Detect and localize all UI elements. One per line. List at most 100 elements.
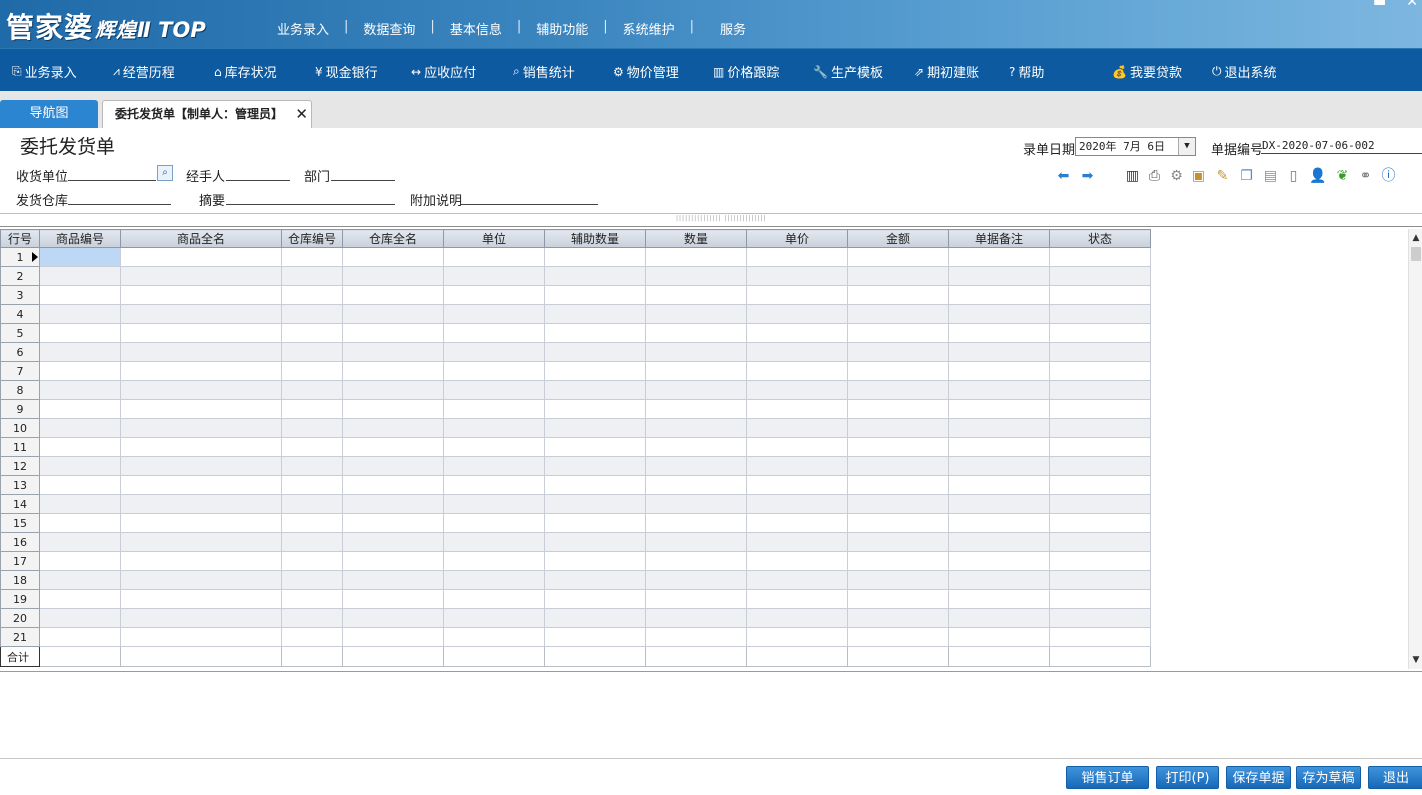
grid-cell[interactable] [847, 380, 949, 400]
grid-cell[interactable] [39, 627, 121, 647]
grid-cell[interactable] [746, 380, 848, 400]
grid-cell[interactable] [281, 513, 343, 533]
grid-cell[interactable] [120, 266, 282, 286]
grid-cell[interactable] [281, 551, 343, 571]
row-number[interactable]: 3 [0, 285, 40, 305]
grid-cell[interactable] [39, 304, 121, 324]
grid-cell[interactable] [281, 399, 343, 419]
grid-cell[interactable] [443, 380, 545, 400]
row-number[interactable]: 9 [0, 399, 40, 419]
grid-cell[interactable] [342, 437, 444, 457]
grid-cell[interactable] [948, 380, 1050, 400]
grid-cell[interactable] [281, 342, 343, 362]
table-row[interactable]: 19 [0, 589, 1151, 609]
grid-cell[interactable] [443, 266, 545, 286]
tab-consignment-bill[interactable]: 委托发货单【制单人：管理员】 ✕ [102, 100, 312, 128]
table-row[interactable]: 18 [0, 570, 1151, 590]
top-menu-service[interactable]: 服务 [694, 19, 761, 38]
row-number[interactable]: 18 [0, 570, 40, 590]
grid-cell[interactable] [1049, 399, 1151, 419]
grid-cell[interactable] [645, 513, 747, 533]
grid-cell[interactable] [443, 475, 545, 495]
nav-item-price-track[interactable]: ▥ 价格跟踪 [713, 62, 779, 82]
grid-cell[interactable] [948, 456, 1050, 476]
grid-cell[interactable] [1049, 285, 1151, 305]
grid-cell[interactable] [342, 399, 444, 419]
grid-cell[interactable] [544, 532, 646, 552]
grid-cell[interactable] [443, 551, 545, 571]
grid-cell[interactable] [342, 304, 444, 324]
grid-cell[interactable] [281, 285, 343, 305]
department-input[interactable] [331, 180, 395, 181]
grid-cell[interactable] [544, 247, 646, 267]
exit-button[interactable]: 退出 [1368, 766, 1422, 789]
grid-cell[interactable] [443, 456, 545, 476]
grid-cell[interactable] [544, 437, 646, 457]
table-row[interactable]: 20 [0, 608, 1151, 628]
grid-cell[interactable] [645, 304, 747, 324]
grid-cell[interactable] [443, 570, 545, 590]
grid-cell[interactable] [342, 342, 444, 362]
grid-cell[interactable] [746, 418, 848, 438]
grid-cell[interactable] [544, 418, 646, 438]
nav-item-stock[interactable]: ⌂ 库存状况 [214, 62, 277, 82]
grid-cell[interactable] [645, 418, 747, 438]
grid-cell[interactable] [39, 418, 121, 438]
grid-cell[interactable] [342, 361, 444, 381]
grid-cell[interactable] [1049, 532, 1151, 552]
nav-item-production[interactable]: 🔧 生产模板 [813, 62, 883, 82]
user-icon[interactable]: 👤 [1309, 168, 1326, 185]
row-number[interactable]: 10 [0, 418, 40, 438]
grid-cell[interactable] [281, 437, 343, 457]
grid-cell[interactable] [39, 380, 121, 400]
col-header[interactable]: 商品编号 [39, 229, 121, 248]
grid-cell[interactable] [342, 266, 444, 286]
grid-cell[interactable] [1049, 323, 1151, 343]
grid-cell[interactable] [120, 437, 282, 457]
grid-cell[interactable] [746, 570, 848, 590]
grid-cell[interactable] [39, 266, 121, 286]
top-menu-aux[interactable]: 辅助功能 [521, 19, 603, 38]
grid-cell[interactable] [645, 494, 747, 514]
copy-icon[interactable]: ❐ [1238, 168, 1255, 185]
row-number[interactable]: 14 [0, 494, 40, 514]
row-number[interactable]: 15 [0, 513, 40, 533]
nav-item-history[interactable]: ⩘ 经营历程 [113, 62, 175, 81]
grid-cell[interactable] [120, 361, 282, 381]
grid-cell[interactable] [342, 570, 444, 590]
grid-cell[interactable] [281, 570, 343, 590]
grid-cell[interactable] [120, 589, 282, 609]
grid-cell[interactable] [544, 551, 646, 571]
grid-cell[interactable] [120, 380, 282, 400]
close-tab-icon[interactable]: ✕ [295, 101, 308, 128]
grid-cell[interactable] [948, 399, 1050, 419]
grid-cell[interactable] [645, 475, 747, 495]
grid-cell[interactable] [645, 627, 747, 647]
grid-cell[interactable] [1049, 247, 1151, 267]
grid-cell[interactable] [120, 513, 282, 533]
table-row[interactable]: 9 [0, 399, 1151, 419]
grid-cell[interactable] [847, 589, 949, 609]
vertical-scrollbar[interactable]: ▲ ▼ [1408, 229, 1422, 669]
grid-cell[interactable] [544, 456, 646, 476]
grid-cell[interactable] [544, 285, 646, 305]
grid-cell[interactable] [645, 608, 747, 628]
grid-cell[interactable] [948, 304, 1050, 324]
grid-cell[interactable] [443, 399, 545, 419]
barcode-icon[interactable]: ▥ [1124, 168, 1141, 185]
box-icon[interactable]: ▤ [1262, 168, 1279, 185]
arrow-right-icon[interactable]: ➡ [1079, 168, 1096, 185]
grid-cell[interactable] [645, 589, 747, 609]
row-number[interactable]: 5 [0, 323, 40, 343]
col-header[interactable]: 数量 [645, 229, 747, 248]
grid-cell[interactable] [847, 285, 949, 305]
grid-cell[interactable] [1049, 551, 1151, 571]
col-header[interactable]: 商品全名 [120, 229, 282, 248]
grid-cell[interactable] [847, 456, 949, 476]
grid-cell[interactable] [746, 304, 848, 324]
grid-cell[interactable] [1049, 475, 1151, 495]
grid-cell[interactable] [120, 551, 282, 571]
grid-cell[interactable] [948, 513, 1050, 533]
nav-item-price-mgmt[interactable]: ⚙ 物价管理 [613, 62, 679, 82]
table-row[interactable]: 13 [0, 475, 1151, 495]
